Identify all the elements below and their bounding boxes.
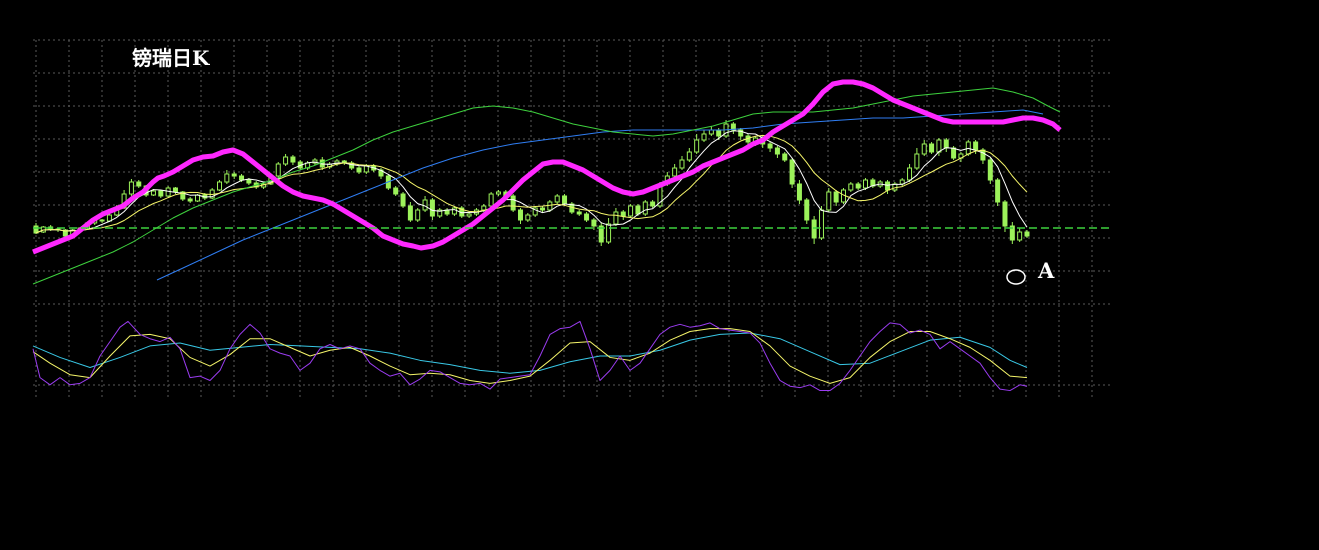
candle-body — [973, 141, 979, 151]
candle-body — [150, 190, 156, 196]
candle-body — [914, 153, 920, 169]
candlestick-chart — [32, 39, 1110, 397]
candle-body — [863, 179, 869, 189]
candle-body — [855, 183, 861, 189]
candle-body — [517, 209, 523, 221]
candle-body — [951, 147, 957, 159]
candle-body — [804, 199, 810, 221]
candle-body — [907, 167, 913, 181]
candle-body — [591, 219, 597, 227]
candle-body — [1002, 201, 1008, 227]
candle-body — [921, 143, 927, 155]
candle-body — [716, 129, 722, 137]
candle-body — [995, 179, 1001, 203]
oscillator-k-line — [32, 320, 1028, 392]
candle-body — [576, 211, 582, 215]
marker-circle — [1006, 269, 1026, 285]
candle-body — [422, 199, 428, 211]
chart-title: 镑瑞日K — [132, 46, 210, 70]
candle-body — [481, 205, 487, 211]
candle-body — [136, 181, 142, 187]
candle-body — [885, 181, 891, 191]
candle-body — [980, 149, 986, 161]
candle-body — [562, 195, 568, 205]
candle-body — [642, 201, 648, 215]
candle-body — [929, 143, 935, 153]
candle-body — [495, 191, 501, 195]
candle-body — [811, 219, 817, 239]
candle-body — [99, 219, 105, 222]
candle-body — [429, 199, 435, 217]
oscillator-panel — [32, 320, 1028, 392]
candle-body — [172, 187, 178, 193]
candle-body — [158, 190, 164, 197]
candle-body — [767, 143, 773, 149]
candle-body — [620, 211, 626, 217]
candle-body — [672, 167, 678, 177]
marker-label-a: A — [1038, 258, 1055, 283]
candle-body — [231, 173, 237, 177]
candle-body — [540, 207, 546, 211]
candle-body — [650, 201, 656, 207]
candle-body — [246, 179, 252, 184]
candle-body — [987, 159, 993, 181]
candle-body — [239, 175, 245, 181]
candle-body — [393, 187, 399, 195]
candle-body — [224, 173, 230, 183]
candle-body — [275, 163, 281, 177]
candle-body — [628, 205, 634, 217]
candle-body — [128, 181, 134, 195]
candle-body — [554, 195, 560, 203]
candle-body — [694, 139, 700, 153]
candle-body — [451, 207, 457, 215]
candle-body — [679, 159, 685, 169]
candle-body — [290, 156, 296, 163]
candle-body — [466, 213, 472, 217]
candle-body — [635, 205, 641, 215]
chart-grid — [33, 39, 1110, 397]
candle-body — [774, 147, 780, 155]
candle-body — [584, 213, 590, 221]
candle-body — [936, 139, 942, 153]
oscillator-signal-line — [32, 332, 1028, 374]
candle-body — [415, 209, 421, 221]
candle-body — [187, 198, 193, 202]
price-panel — [32, 79, 1110, 285]
candle-body — [686, 151, 692, 161]
candle-body — [400, 193, 406, 207]
candle-body — [848, 183, 854, 191]
candle-body — [547, 201, 553, 211]
candle-body — [363, 165, 369, 173]
candle-body — [488, 193, 494, 207]
candle-body — [701, 133, 707, 141]
candle-body — [606, 223, 612, 243]
candle-body — [833, 191, 839, 203]
ma-long-line — [156, 109, 1044, 281]
candle-body — [782, 153, 788, 161]
candle-body — [826, 191, 832, 211]
candle-body — [283, 156, 289, 165]
candle-body — [407, 205, 413, 221]
candle-body — [708, 129, 714, 135]
candle-body — [510, 195, 516, 211]
candle-body — [165, 187, 171, 197]
candle-body — [356, 167, 362, 173]
candle-body — [217, 181, 223, 191]
candle-body — [525, 214, 531, 221]
candle-body — [1024, 231, 1030, 237]
candle-body — [194, 194, 200, 202]
candle-body — [613, 211, 619, 225]
candle-body — [1017, 231, 1023, 241]
candle-body — [796, 183, 802, 201]
candle-body — [943, 139, 949, 149]
candle-body — [818, 209, 824, 239]
ma-main-line — [32, 79, 1062, 255]
candle-body — [789, 159, 795, 185]
